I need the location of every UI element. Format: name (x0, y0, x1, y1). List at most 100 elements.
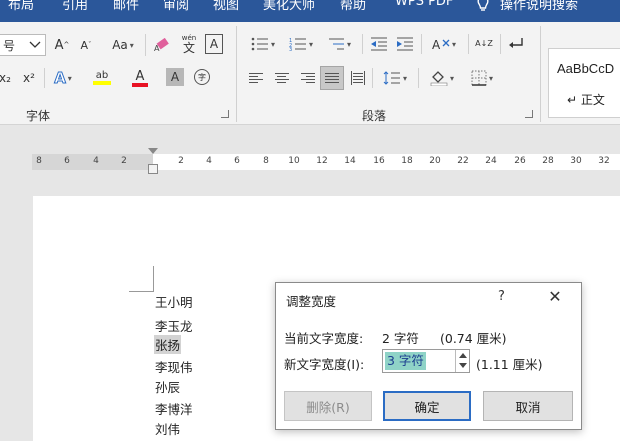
paragraph-dialog-launcher[interactable] (525, 110, 533, 118)
font-color-button[interactable]: A (124, 66, 156, 90)
menu-layout[interactable]: 布局 (8, 0, 34, 13)
current-width-value: 2 字符 (382, 331, 419, 346)
superscript-label: x² (23, 71, 35, 85)
line-spacing-icon (383, 71, 400, 85)
char-shading-button[interactable]: A (166, 68, 184, 86)
spin-down-icon[interactable] (459, 363, 467, 368)
style-normal[interactable]: AaBbCcD ↵ 正文 (548, 48, 620, 118)
menu-help[interactable]: 帮助 (340, 0, 366, 13)
divider (236, 26, 237, 122)
justify-icon (325, 71, 339, 85)
new-width-label: 新文字宽度(I): (284, 357, 365, 372)
shrink-font-button[interactable]: Aˇ (76, 35, 96, 55)
spin-up-icon[interactable] (459, 353, 467, 358)
list-item[interactable]: 王小明 (154, 292, 194, 311)
ruler-number: 20 (429, 156, 441, 166)
ruler-number: 24 (485, 156, 497, 166)
shrink-font-label: A (80, 38, 89, 52)
decrease-indent-button[interactable] (368, 34, 390, 54)
divider (145, 34, 146, 56)
font-size-combo[interactable]: 号 (0, 34, 46, 56)
divider (362, 34, 363, 54)
ruler-number: 22 (457, 156, 469, 166)
grow-font-button[interactable]: A ^ (52, 35, 72, 55)
align-center-button[interactable] (272, 68, 292, 88)
menu-review[interactable]: 审阅 (163, 0, 189, 13)
tell-me-search[interactable]: 操作说明搜索 (500, 0, 578, 13)
menu-wps-pdf[interactable]: WPS PDF (395, 0, 453, 9)
width-stepper[interactable] (455, 350, 470, 372)
eraser-icon: A (154, 38, 169, 52)
list-item[interactable]: 李玉龙 (154, 316, 194, 335)
list-item[interactable]: 孙辰 (154, 377, 181, 396)
ruler-number: 8 (36, 156, 42, 166)
ok-button[interactable]: 确定 (383, 391, 471, 421)
distributed-button[interactable] (348, 68, 368, 88)
svg-text:3: 3 (289, 47, 292, 51)
font-dialog-launcher[interactable] (221, 110, 229, 118)
grow-font-label: A (54, 37, 64, 53)
return-arrow-icon (509, 38, 523, 48)
first-line-indent-marker[interactable] (148, 148, 158, 154)
ruler-number: 6 (234, 156, 240, 166)
list-item[interactable]: 李现伟 (154, 357, 194, 376)
new-width-value: 3 字符 (385, 352, 426, 370)
divider (372, 68, 373, 88)
horizontal-ruler[interactable]: 8 6 4 2 2 4 6 8 10 12 14 16 18 20 22 24 … (32, 154, 620, 170)
sort-button[interactable]: A↓Z (472, 34, 496, 54)
increase-indent-button[interactable] (394, 34, 416, 54)
ruler-number: 6 (64, 156, 70, 166)
ruler-number: 2 (121, 156, 127, 166)
ruler-number: 28 (542, 156, 554, 166)
bullets-icon (251, 37, 268, 51)
selected-text[interactable]: 张扬 (154, 335, 182, 354)
new-width-input[interactable]: 3 字符 (382, 349, 470, 373)
shading-button[interactable]: ▾ (424, 68, 460, 88)
list-item[interactable]: 刘伟 (154, 419, 181, 438)
new-width-cm: (1.11 厘米) (476, 357, 543, 372)
help-button[interactable]: ? (498, 289, 505, 304)
chinese-layout-button[interactable]: A ▾ (426, 34, 462, 54)
align-left-button[interactable] (246, 68, 266, 88)
change-case-label: Aa (112, 38, 128, 52)
left-indent-marker[interactable] (148, 164, 158, 174)
font-color-bar (132, 82, 148, 87)
bullets-button[interactable]: ▾ (246, 34, 280, 54)
char-border-button[interactable]: A (205, 34, 223, 54)
divider (540, 26, 541, 122)
close-icon[interactable]: ✕ (544, 287, 566, 306)
subscript-button[interactable]: x₂ (0, 68, 14, 88)
text-effects-button[interactable]: A ▾ (50, 68, 76, 88)
justify-button[interactable] (320, 66, 344, 90)
paint-bucket-icon (430, 71, 448, 86)
enclose-char-button[interactable]: 字 (192, 67, 212, 87)
distributed-icon (351, 71, 365, 85)
font-color-label: A (135, 68, 145, 84)
menu-mailings[interactable]: 邮件 (113, 0, 139, 13)
numbering-button[interactable]: 1 2 3 ▾ (284, 34, 318, 54)
divider (500, 34, 501, 54)
align-right-button[interactable] (298, 68, 318, 88)
menu-view[interactable]: 视图 (213, 0, 239, 13)
show-marks-button[interactable] (504, 34, 528, 54)
menu-references[interactable]: 引用 (62, 0, 88, 13)
cancel-button[interactable]: 取消 (483, 391, 573, 421)
numbering-icon: 123 (289, 38, 306, 51)
phonetic-guide-button[interactable]: wén 文 (178, 30, 200, 58)
adjust-width-dialog: 调整宽度 ? ✕ 当前文字宽度: 2 字符 (0.74 厘米) 新文字宽度(I)… (275, 282, 582, 430)
multilevel-list-button[interactable]: ▾ (322, 34, 356, 54)
ruler-number: 18 (401, 156, 413, 166)
highlight-button[interactable]: ab (86, 66, 118, 90)
enclose-char-label: 字 (194, 69, 210, 85)
clear-format-button[interactable]: A (152, 35, 174, 55)
delete-button[interactable]: 删除(R) (284, 391, 372, 421)
list-item[interactable]: 李博洋 (154, 399, 194, 418)
line-spacing-button[interactable]: ▾ (378, 68, 412, 88)
change-case-button[interactable]: Aa ▾ (106, 35, 140, 55)
ruler-number: 32 (598, 156, 610, 166)
ruler-number: 12 (316, 156, 328, 166)
borders-button[interactable]: ▾ (464, 68, 500, 88)
superscript-button[interactable]: x² (20, 68, 38, 88)
menu-beautify[interactable]: 美化大师 (263, 0, 315, 13)
align-right-icon (301, 71, 315, 85)
